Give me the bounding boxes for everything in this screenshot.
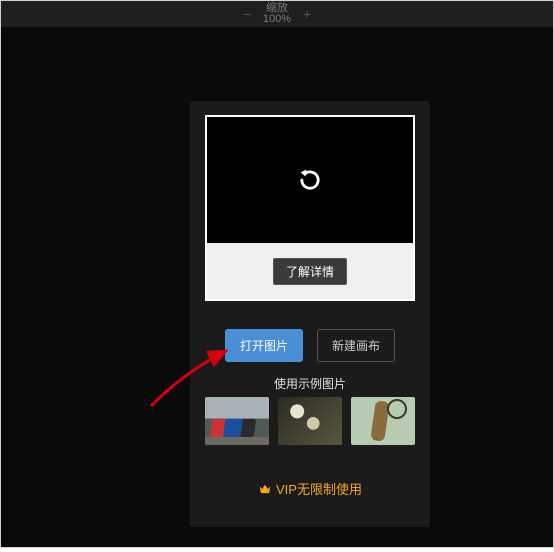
- sample-thumb-3[interactable]: [351, 397, 415, 445]
- top-toolbar: − 缩放 100% +: [1, 1, 553, 27]
- preview-image-area: [207, 117, 413, 243]
- sample-thumb-2[interactable]: [278, 397, 342, 445]
- zoom-indicator: 缩放 100%: [263, 3, 291, 25]
- preview-card: 了解详情: [205, 115, 415, 301]
- reload-icon: [296, 166, 324, 194]
- app-window: − 缩放 100% + 了解详情 打开图片 新建画布 使用示例图片: [0, 0, 554, 548]
- open-image-button[interactable]: 打开图片: [225, 329, 303, 362]
- learn-more-button[interactable]: 了解详情: [273, 258, 347, 285]
- zoom-out-button[interactable]: −: [237, 7, 257, 21]
- samples-heading: 使用示例图片: [190, 375, 430, 392]
- preview-footer: 了解详情: [207, 243, 413, 299]
- vip-text: VIP无限制使用: [276, 479, 362, 498]
- start-panel: 了解详情 打开图片 新建画布 使用示例图片 VIP无限制使用: [190, 101, 430, 527]
- sample-thumbnails: [205, 397, 415, 445]
- zoom-value: 100%: [263, 14, 291, 25]
- zoom-in-button[interactable]: +: [297, 7, 317, 21]
- crown-icon: [258, 482, 272, 496]
- action-buttons: 打开图片 新建画布: [190, 329, 430, 362]
- vip-link[interactable]: VIP无限制使用: [190, 479, 430, 498]
- sample-thumb-1[interactable]: [205, 397, 269, 445]
- new-canvas-button[interactable]: 新建画布: [317, 329, 395, 362]
